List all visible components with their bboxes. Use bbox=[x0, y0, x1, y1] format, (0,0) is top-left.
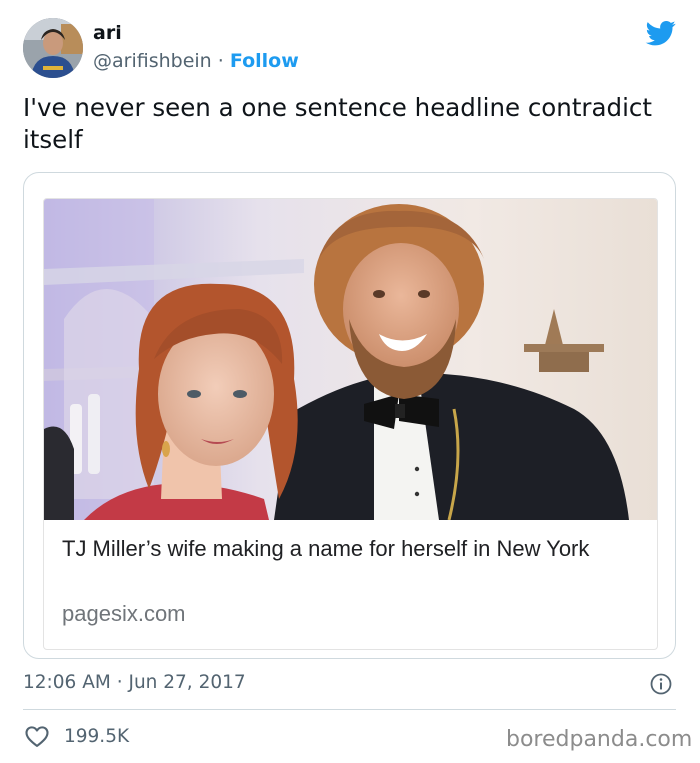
follow-button[interactable]: Follow bbox=[230, 50, 299, 72]
tweet-timestamp[interactable]: 12:06 AM · Jun 27, 2017 bbox=[23, 672, 246, 693]
tweet-time[interactable]: 12:06 AM bbox=[23, 672, 111, 693]
like-button[interactable]: 199.5K bbox=[23, 722, 129, 750]
link-preview-photo bbox=[44, 199, 657, 520]
action-divider bbox=[23, 709, 676, 710]
handle-separator: · bbox=[217, 50, 224, 72]
author-display-name[interactable]: ari bbox=[93, 22, 122, 44]
link-preview-card[interactable]: TJ Miller’s wife making a name for herse… bbox=[43, 198, 658, 650]
author-handle-row: @arifishbein · Follow bbox=[93, 50, 299, 72]
watermark: boredpanda.com bbox=[506, 727, 693, 752]
timestamp-separator: · bbox=[116, 672, 123, 693]
twitter-bird-icon[interactable] bbox=[645, 18, 677, 48]
heart-icon[interactable] bbox=[23, 722, 51, 750]
avatar-image bbox=[23, 18, 83, 78]
couple-photo-image bbox=[44, 199, 657, 520]
avatar[interactable] bbox=[23, 18, 83, 78]
info-icon[interactable] bbox=[649, 672, 673, 696]
tweet-text: I've never seen a one sentence headline … bbox=[23, 93, 652, 154]
tweet-date[interactable]: Jun 27, 2017 bbox=[128, 672, 245, 693]
author-handle[interactable]: @arifishbein bbox=[93, 50, 212, 72]
link-headline[interactable]: TJ Miller’s wife making a name for herse… bbox=[62, 534, 622, 564]
like-count: 199.5K bbox=[64, 725, 130, 747]
link-domain: pagesix.com bbox=[62, 601, 186, 626]
